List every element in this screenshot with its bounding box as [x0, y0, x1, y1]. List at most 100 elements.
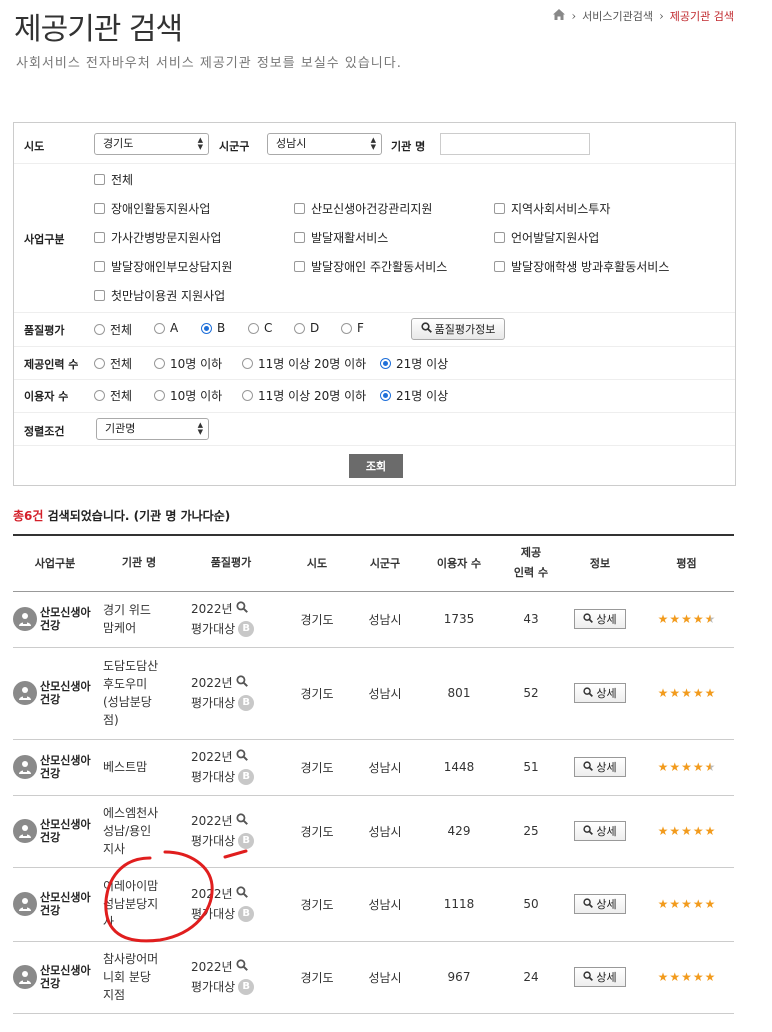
- users-radio-21[interactable]: 21명 이상: [380, 387, 448, 404]
- detail-button[interactable]: 상세: [574, 967, 626, 987]
- detail-button-label: 상세: [596, 687, 617, 700]
- cell-info: 상세: [561, 867, 639, 942]
- checkbox-label: 첫만남이용권 지원사업: [111, 289, 226, 303]
- users-radio-all[interactable]: 전체: [94, 387, 132, 404]
- agency-name-input[interactable]: [440, 133, 590, 155]
- quality-info-button[interactable]: 품질평가정보: [411, 318, 505, 340]
- col-header-quality: 품질평가: [210, 556, 252, 570]
- biz-checkbox[interactable]: 발달장애학생 방과후활동서비스: [494, 258, 669, 275]
- detail-button[interactable]: 상세: [574, 609, 626, 629]
- star-rating: ★ ★ ★ ★ ★: [658, 612, 716, 626]
- biz-checkbox[interactable]: 첫만남이용권 지원사업: [94, 287, 225, 304]
- sigungu-select[interactable]: 성남시 ▲ ▼: [267, 133, 382, 155]
- detail-button[interactable]: 상세: [574, 821, 626, 841]
- radio[interactable]: [94, 390, 105, 401]
- star-icon: ★: [669, 824, 681, 838]
- cell-info: 상세: [561, 795, 639, 868]
- detail-button[interactable]: 상세: [574, 683, 626, 703]
- search-icon[interactable]: [236, 957, 248, 977]
- checkbox[interactable]: [94, 203, 105, 214]
- radio-selected[interactable]: [380, 390, 391, 401]
- staff-radio-21[interactable]: 21명 이상: [380, 355, 448, 372]
- checkbox[interactable]: [494, 261, 505, 272]
- star-icon: ★: [681, 612, 692, 626]
- star-icon: ★: [657, 612, 669, 626]
- biz-checkbox[interactable]: 언어발달지원사업: [494, 229, 599, 246]
- staff-radio-all[interactable]: 전체: [94, 355, 132, 372]
- checkbox[interactable]: [294, 261, 305, 272]
- home-icon[interactable]: [553, 9, 566, 23]
- biz-checkbox-all[interactable]: 전체: [94, 171, 133, 188]
- search-icon[interactable]: [236, 811, 248, 831]
- quality-status: 평가대상: [191, 907, 236, 921]
- sido-select[interactable]: 경기도 ▲ ▼: [94, 133, 209, 155]
- cell-biz: 산모신생아 건강: [13, 739, 97, 796]
- checkbox[interactable]: [94, 232, 105, 243]
- checkbox[interactable]: [94, 174, 105, 185]
- radio[interactable]: [242, 358, 253, 369]
- biz-checkbox[interactable]: 가사간병방문지원사업: [94, 229, 221, 246]
- radio-label: 전체: [110, 357, 133, 371]
- search-button[interactable]: 조회: [349, 454, 403, 478]
- sort-select[interactable]: 기관명 ▲ ▼: [96, 418, 209, 440]
- radio-selected[interactable]: [380, 358, 391, 369]
- staff-radio-10[interactable]: 10명 이하: [154, 355, 222, 372]
- radio-selected[interactable]: [201, 322, 212, 334]
- sort-label: 정렬조건: [24, 425, 65, 438]
- radio[interactable]: [154, 322, 165, 334]
- search-icon[interactable]: [236, 599, 248, 619]
- detail-button-label: 상세: [596, 825, 617, 838]
- detail-button[interactable]: 상세: [574, 894, 626, 914]
- radio[interactable]: [154, 390, 165, 401]
- quality-radio-a[interactable]: A: [154, 321, 178, 335]
- star-icon: ★: [681, 824, 692, 838]
- biz-type-text: 산모신생아 건강: [40, 606, 91, 632]
- radio[interactable]: [242, 390, 253, 401]
- checkbox[interactable]: [294, 203, 305, 214]
- biz-checkbox[interactable]: 발달장애인부모상담지원: [94, 258, 232, 275]
- users-radio-10[interactable]: 10명 이하: [154, 387, 222, 404]
- biz-checkbox[interactable]: 발달재활서비스: [294, 229, 388, 246]
- checkbox[interactable]: [294, 232, 305, 243]
- checkbox[interactable]: [94, 261, 105, 272]
- radio[interactable]: [154, 358, 165, 369]
- radio[interactable]: [341, 322, 352, 334]
- checkbox[interactable]: [494, 232, 505, 243]
- quality-radio-d[interactable]: D: [294, 321, 319, 335]
- quality-radio-f[interactable]: F: [341, 321, 364, 335]
- person-avatar-icon: [13, 681, 37, 705]
- staff-label: 제공인력 수: [24, 358, 79, 371]
- grade-badge: B: [238, 906, 255, 922]
- select-arrows-icon: ▲ ▼: [370, 136, 376, 151]
- checkbox[interactable]: [494, 203, 505, 214]
- radio[interactable]: [294, 322, 305, 334]
- agency-label: 기관 명: [391, 140, 426, 153]
- radio[interactable]: [94, 358, 105, 369]
- biz-checkbox[interactable]: 지역사회서비스투자: [494, 200, 610, 217]
- biz-checkbox[interactable]: 발달장애인 주간활동서비스: [294, 258, 447, 275]
- biz-checkbox[interactable]: 장애인활동지원사업: [94, 200, 210, 217]
- search-icon: [583, 760, 594, 774]
- quality-radio-c[interactable]: C: [248, 321, 272, 335]
- users-radio-11-20[interactable]: 11명 이상 20명 이하: [242, 387, 366, 404]
- biz-checkbox[interactable]: 산모신생아건강관리지원: [294, 200, 432, 217]
- quality-radio-all[interactable]: 전체: [94, 321, 132, 338]
- cell-sido: 경기도: [281, 795, 353, 868]
- radio-label: A: [170, 321, 179, 335]
- detail-button[interactable]: 상세: [574, 757, 626, 777]
- radio[interactable]: [248, 322, 259, 334]
- breadcrumb-item[interactable]: 서비스기관검색: [582, 8, 653, 24]
- search-icon[interactable]: [236, 884, 248, 904]
- detail-button-label: 상세: [596, 971, 617, 984]
- quality-year: 2022년: [191, 887, 233, 901]
- staff-radio-11-20[interactable]: 11명 이상 20명 이하: [242, 355, 366, 372]
- radio[interactable]: [94, 324, 105, 335]
- quality-radio-b[interactable]: B: [201, 321, 225, 335]
- search-icon: [583, 612, 594, 626]
- checkbox[interactable]: [94, 290, 105, 301]
- search-icon[interactable]: [236, 673, 248, 693]
- search-icon[interactable]: [236, 747, 248, 767]
- cell-users: 429: [417, 795, 501, 868]
- star-icon: ★: [669, 897, 681, 911]
- radio-label: 11명 이상 20명 이하: [258, 389, 367, 403]
